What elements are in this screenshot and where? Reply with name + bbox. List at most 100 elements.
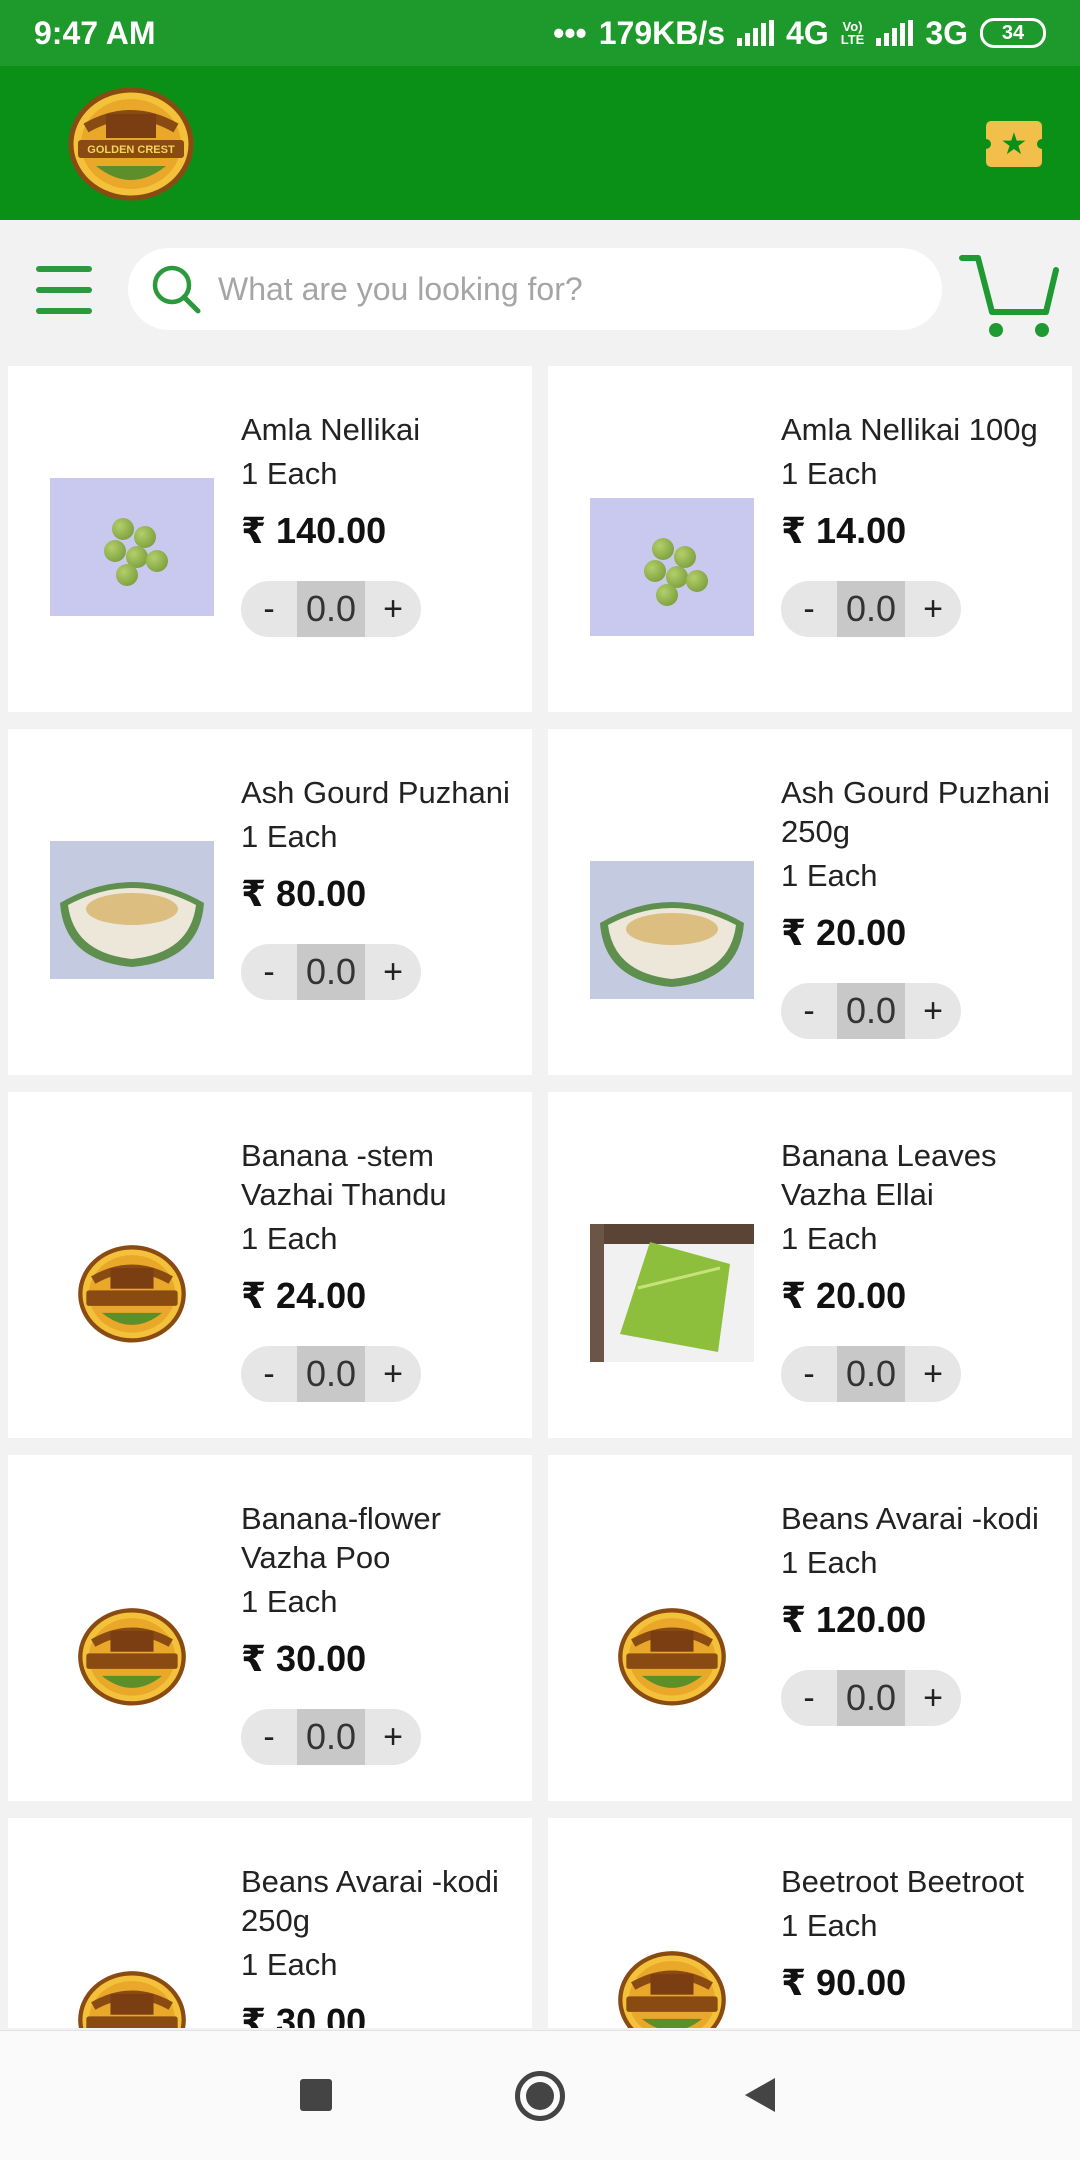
product-card[interactable]: Banana Leaves Vazha Ellai 1 Each ₹ 20.00 -0… xyxy=(548,1092,1072,1438)
product-name[interactable]: Beetroot Beetroot xyxy=(781,1862,1061,1901)
ash-gourd-image xyxy=(50,841,214,979)
quantity-value[interactable]: 0.0 xyxy=(837,581,905,637)
amla-image xyxy=(50,478,214,616)
svg-text:GOLDEN CREST: GOLDEN CREST xyxy=(87,144,175,156)
search-icon xyxy=(152,265,201,314)
quantity-value[interactable]: 0.0 xyxy=(297,944,365,1000)
star-ticket-icon[interactable]: ★ xyxy=(981,121,1047,167)
golden-crest-logo-icon[interactable]: GOLDEN CREST xyxy=(66,84,196,207)
product-name[interactable]: Beans Avarai -kodi 250g xyxy=(241,1862,521,1940)
dots-icon: ••• xyxy=(553,14,587,51)
product-info: Beans Avarai -kodi 250g1 Each₹ 30.00-0.0… xyxy=(241,1862,521,2028)
decrease-quantity-button[interactable]: - xyxy=(241,944,297,1000)
product-name[interactable]: Banana-flower Vazha Poo xyxy=(241,1499,521,1577)
search-input[interactable] xyxy=(218,270,838,308)
decrease-quantity-button[interactable]: - xyxy=(781,983,837,1039)
quantity-value[interactable]: 0.0 xyxy=(837,983,905,1039)
product-price: ₹ 20.00 xyxy=(781,1275,907,1316)
product-price: ₹ 30.00 xyxy=(241,2001,367,2028)
product-unit: 1 Each xyxy=(241,1221,338,1256)
home-icon[interactable] xyxy=(515,2071,565,2121)
battery-level: 34 xyxy=(1001,21,1025,44)
product-image[interactable] xyxy=(50,1950,214,2028)
network-speed: 179KB/s xyxy=(598,14,726,51)
product-info: Ash Gourd Puzhani 1 Each ₹ 80.00 -0.0 + xyxy=(241,773,521,1000)
increase-quantity-button[interactable]: + xyxy=(365,1709,421,1765)
product-image[interactable] xyxy=(50,1224,214,1362)
status-bar: 9:47 AM ••• 179KB/s 4G Vo) LTE 3G 34 xyxy=(0,0,1080,66)
product-price: ₹ 80.00 xyxy=(241,873,367,914)
increase-quantity-button[interactable]: + xyxy=(905,1670,961,1726)
increase-quantity-button[interactable]: + xyxy=(365,1346,421,1402)
recent-apps-icon[interactable] xyxy=(300,2079,332,2111)
decrease-quantity-button[interactable]: - xyxy=(781,581,837,637)
hamburger-menu-icon[interactable] xyxy=(36,266,92,314)
decrease-quantity-button[interactable]: - xyxy=(241,1709,297,1765)
quantity-stepper: -0.0 + xyxy=(241,1709,421,1765)
product-name[interactable]: Beans Avarai -kodi xyxy=(781,1499,1061,1538)
product-name[interactable]: Ash Gourd Puzhani 250g xyxy=(781,773,1061,851)
product-info: Amla Nellikai 1 Each ₹ 140.00 -0.0 + xyxy=(241,410,521,637)
quantity-stepper: -0.0 + xyxy=(241,1346,421,1402)
quantity-value[interactable]: 0.0 xyxy=(297,581,365,637)
quantity-value[interactable]: 0.0 xyxy=(297,1709,365,1765)
increase-quantity-button[interactable]: + xyxy=(905,983,961,1039)
product-name[interactable]: Banana -stem Vazhai Thandu xyxy=(241,1136,521,1214)
decrease-quantity-button[interactable]: - xyxy=(241,1346,297,1402)
quantity-value[interactable]: 0.0 xyxy=(837,1670,905,1726)
product-unit: 1 Each xyxy=(241,456,338,491)
product-card[interactable]: Amla Nellikai 100g 1 Each ₹ 14.00 -0.0 + xyxy=(548,366,1072,712)
status-time: 9:47 AM xyxy=(34,14,156,51)
product-name[interactable]: Amla Nellikai xyxy=(241,410,521,449)
system-nav-bar xyxy=(0,2030,1080,2160)
product-card[interactable]: Ash Gourd Puzhani 1 Each ₹ 80.00 -0.0 + xyxy=(8,729,532,1075)
decrease-quantity-button[interactable]: - xyxy=(781,1346,837,1402)
product-image[interactable] xyxy=(50,1587,214,1725)
golden-crest-logo-icon xyxy=(78,1245,186,1343)
product-card[interactable]: Banana-flower Vazha Poo 1 Each ₹ 30.00 -0.0… xyxy=(8,1455,532,1801)
product-card[interactable]: Banana -stem Vazhai Thandu 1 Each ₹ 24.00 -… xyxy=(8,1092,532,1438)
cart-icon[interactable] xyxy=(958,250,1060,342)
quantity-value[interactable]: 0.0 xyxy=(837,1346,905,1402)
decrease-quantity-button[interactable]: - xyxy=(781,1670,837,1726)
product-image[interactable] xyxy=(590,1930,754,2028)
product-image[interactable] xyxy=(50,478,214,616)
decrease-quantity-button[interactable]: - xyxy=(241,581,297,637)
product-info: Beetroot Beetroot1 Each₹ 90.00-0.0+ xyxy=(781,1862,1061,2028)
product-price: ₹ 14.00 xyxy=(781,510,907,551)
product-image[interactable] xyxy=(590,861,754,999)
increase-quantity-button[interactable]: + xyxy=(905,1346,961,1402)
increase-quantity-button[interactable]: + xyxy=(365,944,421,1000)
product-info: Amla Nellikai 100g 1 Each ₹ 14.00 -0.0 + xyxy=(781,410,1061,637)
increase-quantity-button[interactable]: + xyxy=(365,581,421,637)
product-card[interactable]: Amla Nellikai 1 Each ₹ 140.00 -0.0 + xyxy=(8,366,532,712)
product-image[interactable] xyxy=(50,841,214,979)
golden-crest-logo-icon xyxy=(618,1951,726,2028)
product-card[interactable]: Beetroot Beetroot1 Each₹ 90.00-0.0+ xyxy=(548,1818,1072,2028)
product-info: Banana -stem Vazhai Thandu 1 Each ₹ 24.00 -… xyxy=(241,1136,521,1402)
search-bar[interactable] xyxy=(128,248,942,330)
quantity-stepper: -0.0 + xyxy=(781,1670,961,1726)
product-name[interactable]: Banana Leaves Vazha Ellai xyxy=(781,1136,1061,1214)
product-unit: 1 Each xyxy=(781,1545,878,1580)
product-card[interactable]: Beans Avarai -kodi 1 Each ₹ 120.00 -0.0 + xyxy=(548,1455,1072,1801)
increase-quantity-button[interactable]: + xyxy=(905,581,961,637)
product-card[interactable]: Beans Avarai -kodi 250g1 Each₹ 30.00-0.0… xyxy=(8,1818,532,2028)
product-name[interactable]: Amla Nellikai 100g xyxy=(781,410,1061,449)
ash-gourd-image xyxy=(590,861,754,999)
product-price: ₹ 24.00 xyxy=(241,1275,367,1316)
network-type-1: 4G xyxy=(786,14,829,51)
product-image[interactable] xyxy=(590,498,754,636)
volte-icon: Vo) LTE xyxy=(840,19,865,47)
back-icon[interactable] xyxy=(745,2078,775,2112)
product-image[interactable] xyxy=(590,1224,754,1362)
signal-icon xyxy=(737,20,775,46)
product-info: Banana Leaves Vazha Ellai 1 Each ₹ 20.00 -0… xyxy=(781,1136,1061,1402)
product-card[interactable]: Ash Gourd Puzhani 250g 1 Each ₹ 20.00 -0.0 + xyxy=(548,729,1072,1075)
status-indicators: ••• 179KB/s 4G Vo) LTE 3G 34 xyxy=(553,15,1046,52)
product-price: ₹ 30.00 xyxy=(241,1638,367,1679)
quantity-value[interactable]: 0.0 xyxy=(297,1346,365,1402)
product-name[interactable]: Ash Gourd Puzhani xyxy=(241,773,521,812)
product-unit: 1 Each xyxy=(241,819,338,854)
product-image[interactable] xyxy=(590,1587,754,1725)
